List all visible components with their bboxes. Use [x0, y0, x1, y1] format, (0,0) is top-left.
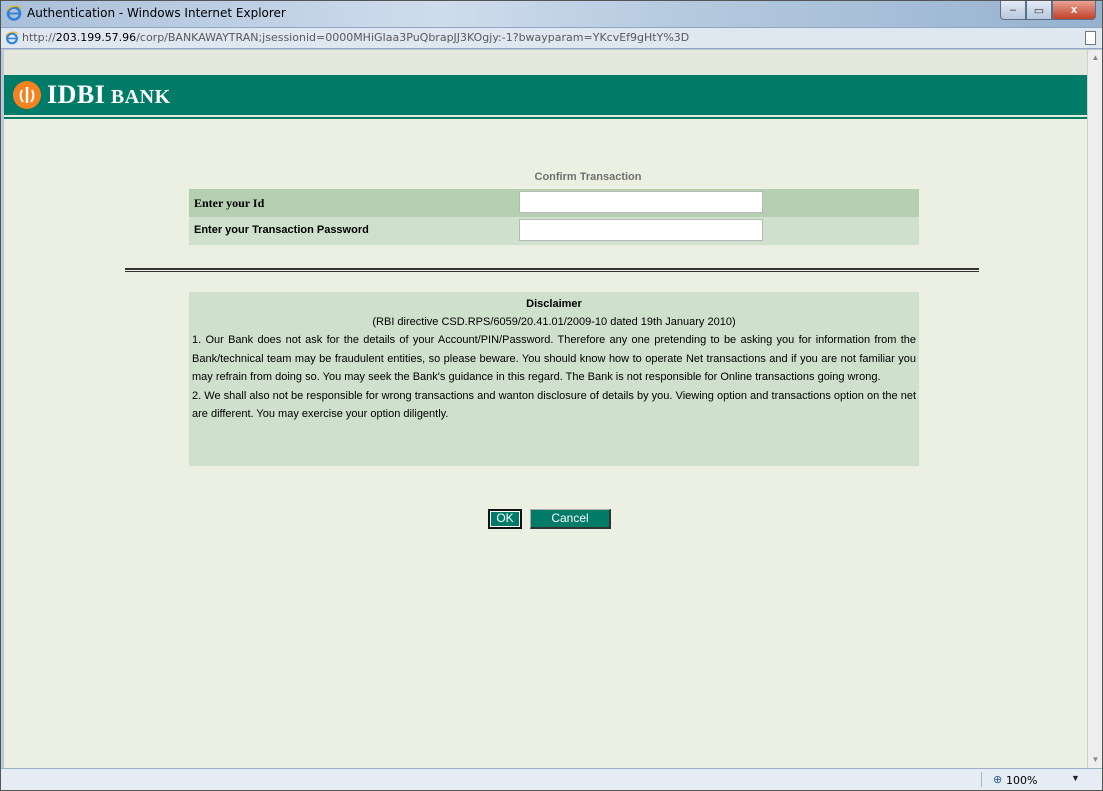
disclaimer-paragraph-1: 1. Our Bank does not ask for the details…	[192, 334, 916, 383]
scroll-up-icon[interactable]: ▲	[1088, 50, 1103, 66]
id-label: Enter your Id	[194, 196, 265, 210]
status-divider	[981, 772, 982, 787]
ie-logo-icon	[6, 5, 22, 21]
password-row: Enter your Transaction Password	[189, 217, 919, 245]
bank-name-small: BANK	[105, 86, 171, 108]
url-host: 203.199.57.96	[55, 31, 137, 44]
id-row: Enter your Id	[189, 189, 919, 217]
confirm-transaction-title: Confirm Transaction	[534, 171, 642, 183]
page-icon[interactable]	[1085, 31, 1096, 45]
page-content: IDBI BANK Confirm Transaction Enter your…	[4, 50, 1087, 768]
bank-name-main: IDBI	[47, 80, 106, 109]
cancel-button[interactable]: Cancel	[530, 509, 611, 529]
url-path: /corp/BANKAWAYTRAN;jsessionid=0000MHiGIa…	[136, 31, 690, 44]
credentials-form: Enter your Id Enter your Transaction Pas…	[189, 189, 919, 245]
bank-header: IDBI BANK	[4, 50, 1087, 119]
vertical-scrollbar[interactable]: ▲ ▼	[1087, 50, 1102, 768]
window-controls: – ▭ x	[1000, 1, 1096, 21]
title-bar: Authentication - Windows Internet Explor…	[1, 1, 1102, 27]
disclaimer-box: Disclaimer (RBI directive CSD.RPS/6059/2…	[189, 292, 919, 466]
header-underline	[4, 117, 1087, 119]
idbi-logo-mark	[19, 87, 35, 103]
maximize-button[interactable]: ▭	[1026, 1, 1052, 20]
bank-logo-text: IDBI BANK	[47, 80, 171, 110]
zoom-icon[interactable]: ⊕	[993, 773, 1002, 786]
transaction-password-input[interactable]	[519, 219, 763, 241]
address-url[interactable]: http://203.199.57.96/corp/BANKAWAYTRAN;j…	[22, 31, 689, 44]
disclaimer-subtitle: (RBI directive CSD.RPS/6059/20.41.01/200…	[372, 316, 736, 328]
disclaimer-title: Disclaimer	[526, 298, 582, 310]
address-bar[interactable]: http://203.199.57.96/corp/BANKAWAYTRAN;j…	[1, 27, 1102, 49]
zoom-dropdown-icon[interactable]: ▼	[1071, 773, 1080, 783]
ok-button[interactable]: OK	[488, 509, 522, 529]
status-bar: ⊕ 100% ▼	[1, 768, 1102, 790]
section-divider	[125, 268, 979, 272]
browser-window: Authentication - Windows Internet Explor…	[0, 0, 1103, 791]
scroll-down-icon[interactable]: ▼	[1088, 752, 1103, 768]
close-button[interactable]: x	[1052, 1, 1096, 20]
minimize-button[interactable]: –	[1000, 1, 1026, 20]
window-title: Authentication - Windows Internet Explor…	[27, 6, 286, 20]
id-input[interactable]	[519, 191, 763, 213]
password-label: Enter your Transaction Password	[194, 224, 369, 236]
url-prefix: http://	[22, 31, 56, 44]
zoom-level[interactable]: 100%	[1006, 774, 1037, 787]
disclaimer-paragraph-2: 2. We shall also not be responsible for …	[192, 389, 916, 421]
ie-page-icon	[5, 31, 19, 45]
